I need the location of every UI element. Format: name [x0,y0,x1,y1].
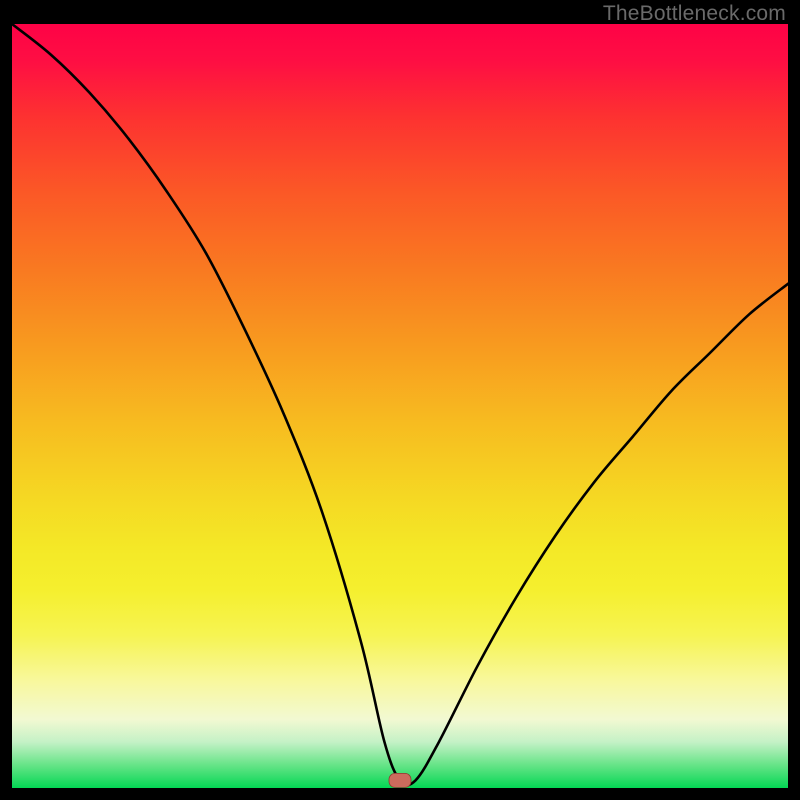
bottleneck-curve [12,24,788,785]
chart-frame: TheBottleneck.com [0,0,800,800]
chart-overlay [12,24,788,788]
optimum-marker [389,773,411,787]
attribution-text: TheBottleneck.com [603,2,786,26]
plot-area [12,24,788,788]
